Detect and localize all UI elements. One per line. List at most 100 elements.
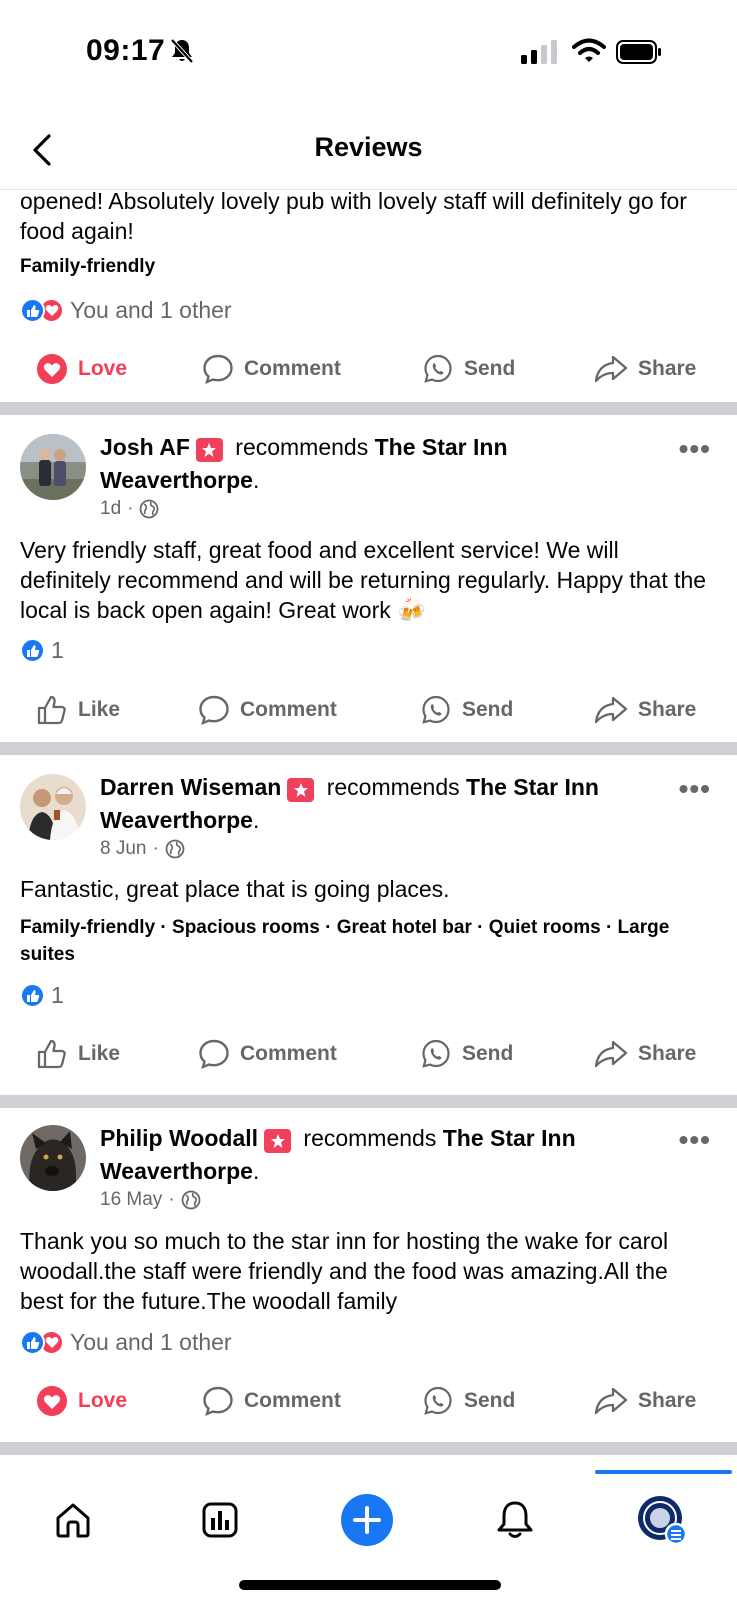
reaction-count: You and 1 other — [70, 1329, 232, 1355]
like-icon — [37, 695, 66, 725]
status-bar: 09:17 — [0, 0, 737, 110]
nav-home[interactable] — [43, 1490, 103, 1550]
globe-icon — [181, 1190, 201, 1210]
profile-icon — [638, 1496, 688, 1546]
love-icon — [37, 1386, 67, 1416]
comment-button[interactable]: Comment — [202, 353, 341, 385]
feed-divider — [0, 402, 737, 415]
send-button[interactable]: Send — [422, 1385, 515, 1417]
avatar[interactable] — [20, 774, 86, 840]
reaction-summary[interactable]: 1 — [20, 982, 64, 1009]
feed-divider — [0, 1095, 737, 1108]
reviewer-name[interactable]: Darren Wiseman — [100, 774, 281, 800]
review-text: opened! Absolutely lovely pub with lovel… — [20, 190, 687, 244]
dashboard-icon — [202, 1502, 238, 1538]
review-tags[interactable]: Family-friendly · Spacious rooms · Great… — [20, 914, 697, 968]
feed-divider — [0, 742, 737, 755]
avatar[interactable] — [20, 1125, 86, 1191]
reaction-count: 1 — [51, 982, 64, 1008]
review-header: Philip Woodall recommends The Star Inn W… — [100, 1125, 576, 1184]
like-reaction-icon — [20, 983, 45, 1008]
star-badge-icon — [264, 1129, 292, 1153]
comment-icon — [203, 354, 233, 385]
reviewer-name[interactable]: Philip Woodall — [100, 1125, 258, 1151]
nav-profile[interactable] — [632, 1490, 692, 1550]
review-meta: 1d · — [100, 498, 159, 520]
more-options-button[interactable]: ••• — [679, 773, 711, 805]
like-button[interactable]: Like — [36, 1038, 120, 1070]
like-reaction-icon — [20, 638, 45, 663]
whatsapp-send-icon — [422, 1039, 450, 1068]
review-tags[interactable]: Family-friendly — [20, 253, 155, 280]
like-icon — [37, 1039, 66, 1069]
love-button[interactable]: Love — [36, 1385, 127, 1417]
review-date[interactable]: 16 May — [100, 1189, 162, 1211]
share-icon — [594, 355, 628, 383]
review-text: Thank you so much to the star inn for ho… — [20, 1228, 669, 1314]
nav-notifications[interactable] — [485, 1490, 545, 1550]
like-button[interactable]: Like — [36, 694, 120, 726]
review-card: Darren Wiseman recommends The Star Inn W… — [0, 755, 737, 1095]
send-button[interactable]: Send — [422, 353, 515, 385]
review-card: Josh AF recommends The Star Inn Weaverth… — [0, 415, 737, 742]
battery-icon — [616, 40, 661, 64]
share-icon — [594, 1387, 628, 1415]
star-badge-icon — [195, 438, 223, 462]
review-meta: 16 May · — [100, 1189, 201, 1211]
like-reaction-icon — [20, 1330, 45, 1355]
action-bar: Love Comment Send Share — [0, 1372, 737, 1430]
recommends-label: recommends — [235, 434, 369, 460]
send-button[interactable]: Send — [420, 694, 513, 726]
comment-button[interactable]: Comment — [198, 694, 337, 726]
reaction-summary[interactable]: You and 1 other — [20, 1329, 232, 1356]
nav-create[interactable] — [337, 1490, 397, 1550]
more-options-button[interactable]: ••• — [679, 433, 711, 465]
nav-dashboard[interactable] — [190, 1490, 250, 1550]
avatar[interactable] — [20, 434, 86, 500]
review-header: Darren Wiseman recommends The Star Inn W… — [100, 774, 599, 833]
send-button[interactable]: Send — [420, 1038, 513, 1070]
review-text: Very friendly staff, great food and exce… — [20, 537, 707, 623]
reviewer-name[interactable]: Josh AF — [100, 434, 190, 460]
review-date[interactable]: 1d — [100, 498, 121, 520]
home-indicator — [239, 1580, 501, 1590]
reviews-feed[interactable]: opened! Absolutely lovely pub with lovel… — [0, 190, 737, 1470]
comment-button[interactable]: Comment — [198, 1038, 337, 1070]
wifi-icon — [572, 38, 606, 62]
create-icon — [341, 1494, 393, 1546]
comment-button[interactable]: Comment — [202, 1385, 341, 1417]
recommends-label: recommends — [326, 774, 460, 800]
share-button[interactable]: Share — [594, 1386, 696, 1416]
notifications-icon — [497, 1501, 533, 1538]
page-title: Reviews — [314, 132, 423, 162]
status-time: 09:17 — [86, 34, 166, 67]
signal-icon — [521, 40, 557, 64]
reaction-count: You and 1 other — [70, 297, 232, 323]
reaction-summary[interactable]: You and 1 other — [20, 297, 232, 324]
reaction-count: 1 — [51, 637, 64, 663]
feed-divider — [0, 1442, 737, 1455]
more-options-button[interactable]: ••• — [679, 1124, 711, 1156]
action-bar: Love Comment Send Share — [0, 340, 737, 398]
header: Reviews — [0, 110, 737, 190]
action-bar: Like Comment Send Share — [0, 1025, 737, 1083]
review-card: opened! Absolutely lovely pub with lovel… — [0, 190, 737, 402]
review-date[interactable]: 8 Jun — [100, 838, 146, 860]
love-button[interactable]: Love — [36, 353, 127, 385]
like-reaction-icon — [20, 298, 45, 323]
share-button[interactable]: Share — [594, 1039, 696, 1069]
review-meta: 8 Jun · — [100, 838, 185, 860]
whatsapp-send-icon — [422, 695, 450, 724]
home-icon — [56, 1503, 90, 1538]
comment-icon — [199, 1039, 229, 1070]
share-button[interactable]: Share — [594, 695, 696, 725]
reaction-summary[interactable]: 1 — [20, 637, 64, 664]
comment-icon — [203, 1386, 233, 1417]
whatsapp-send-icon — [424, 1386, 452, 1415]
whatsapp-send-icon — [424, 354, 452, 383]
share-button[interactable]: Share — [594, 354, 696, 384]
globe-icon — [165, 839, 185, 859]
action-bar: Like Comment Send Share — [0, 681, 737, 739]
star-badge-icon — [287, 778, 315, 802]
comment-icon — [199, 695, 229, 726]
